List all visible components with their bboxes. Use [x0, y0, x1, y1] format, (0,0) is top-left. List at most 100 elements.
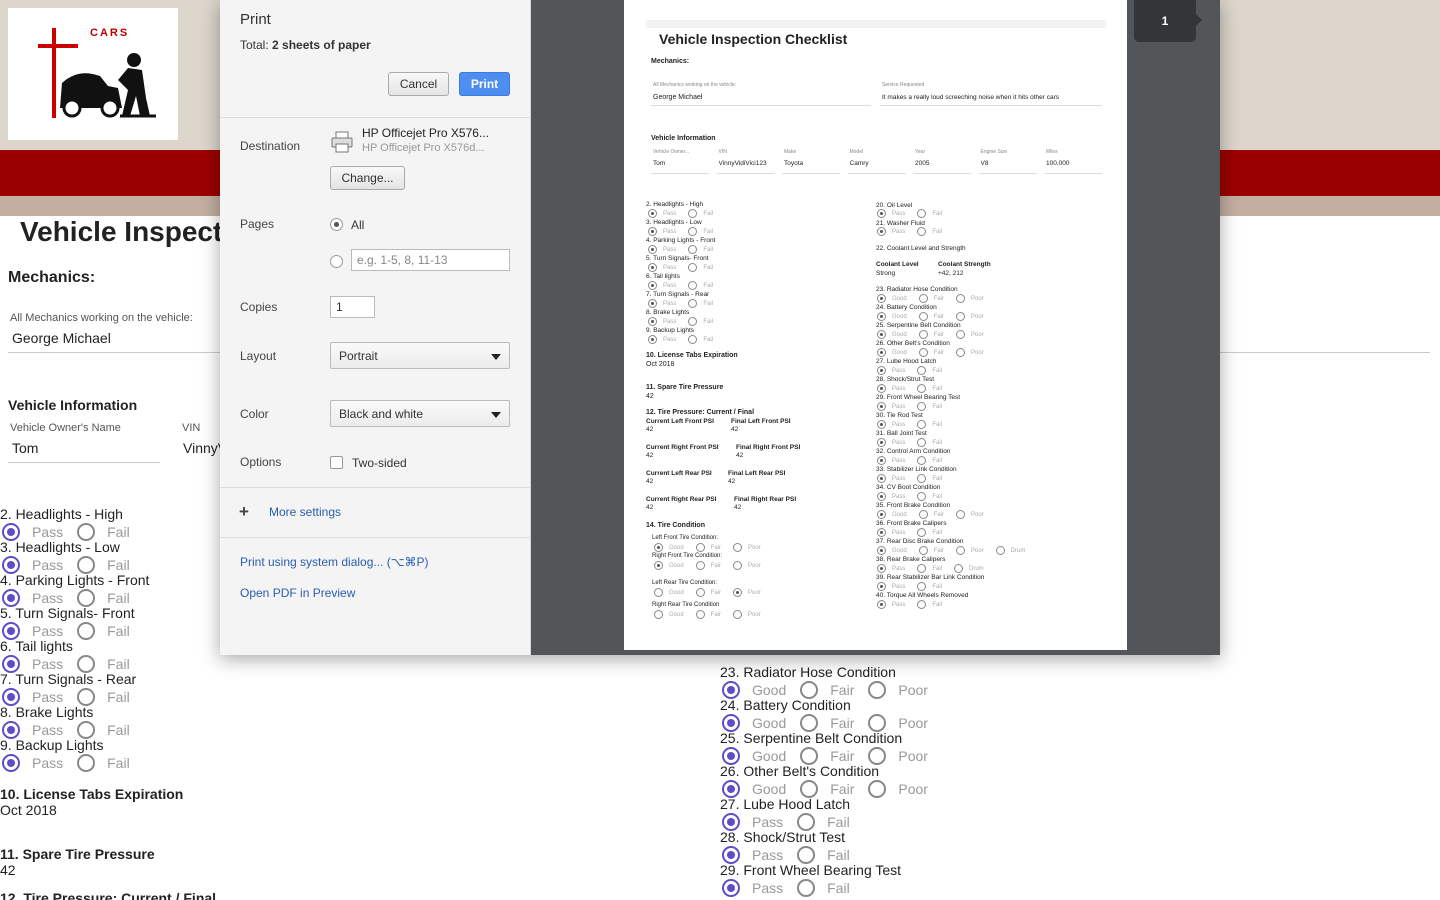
option-radio[interactable]: [797, 879, 816, 897]
spare-heading: 11. Spare Tire Pressure: [0, 846, 155, 862]
option-label: Fair: [830, 781, 855, 797]
pages-all-radio[interactable]: [330, 218, 343, 231]
option-radio[interactable]: [77, 754, 96, 772]
copies-label: Copies: [240, 300, 278, 314]
copies-input[interactable]: [330, 296, 375, 318]
color-label: Color: [240, 407, 269, 421]
option-radio[interactable]: [868, 780, 887, 798]
preview-option-label: Pass: [663, 246, 677, 253]
preview-option-label: Poor: [971, 331, 984, 338]
pages-custom-radio[interactable]: [330, 255, 343, 268]
question-label: 8. Brake Lights: [0, 704, 94, 720]
preview-underline: [847, 173, 906, 174]
preview-field-value: Camry: [849, 160, 869, 167]
preview-radio: [917, 456, 927, 465]
preview-radio: [654, 588, 663, 597]
preview-tire-cond-label: Right Front Tire Condition:: [652, 553, 723, 559]
total-prefix: Total:: [240, 38, 273, 52]
preview-option-label: Pass: [892, 367, 906, 374]
option-label: Good: [752, 682, 787, 698]
preview-psi-label: Current Left Front PSI: [646, 418, 714, 425]
option-label: Pass: [752, 814, 784, 830]
site-logo[interactable]: CARS: [8, 8, 178, 140]
preview-option-label: Pass: [663, 282, 677, 289]
preview-option-label: Fail: [703, 336, 714, 343]
preview-psi-value: 42: [646, 452, 654, 459]
option-label: Pass: [32, 524, 64, 540]
preview-title: Vehicle Inspection Checklist: [659, 31, 848, 47]
preview-radio: [877, 402, 886, 411]
preview-radio: [688, 281, 698, 290]
preview-question: 23. Radiator Hose Condition: [876, 286, 958, 293]
option-radio[interactable]: [868, 681, 887, 699]
two-sided-checkbox[interactable]: [330, 456, 343, 469]
preview-question: 29. Front Wheel Bearing Test: [876, 394, 961, 401]
tire-pressure-heading: 12. Tire Pressure: Current / Final: [0, 890, 217, 900]
preview-coolant-strength-label: Coolant Strength: [938, 261, 991, 268]
preview-question: 24. Battery Condition: [876, 304, 937, 311]
spare-value: 42: [0, 862, 16, 878]
chevron-down-icon: [491, 412, 501, 418]
page-title: Vehicle Inspect: [20, 216, 223, 247]
option-label: Fail: [107, 557, 130, 573]
separator: [220, 487, 531, 488]
preview-question: 32. Control Arm Condition: [876, 448, 951, 455]
preview-option-label: Fail: [932, 457, 943, 464]
option-label: Fail: [827, 847, 850, 863]
preview-option-label: Fail: [703, 264, 714, 271]
preview-radio: [877, 312, 886, 321]
preview-option-label: Poor: [748, 589, 761, 596]
logo-cross-mechanic-icon: [38, 28, 156, 118]
option-radio[interactable]: [722, 879, 740, 897]
preview-mech-label: All Mechanics working on the vehicle:: [653, 82, 737, 88]
preview-radio: [877, 564, 886, 573]
color-select[interactable]: Black and white: [330, 400, 510, 427]
preview-question: 3. Headlights - Low: [646, 219, 702, 226]
preview-option-label: Good: [892, 313, 907, 320]
preview-radio: [918, 330, 928, 339]
print-button[interactable]: Print: [459, 72, 510, 96]
mechanics-field[interactable]: George Michael: [12, 330, 111, 346]
question-label: 3. Headlights - Low: [0, 539, 120, 555]
cancel-button[interactable]: Cancel: [388, 72, 449, 96]
layout-select[interactable]: Portrait: [330, 342, 510, 369]
option-label: Good: [752, 781, 787, 797]
preview-option-label: Drum: [1010, 547, 1026, 554]
option-radio[interactable]: [2, 754, 20, 772]
preview-coolant-level: Strong: [876, 270, 896, 277]
open-pdf-link[interactable]: Open PDF in Preview: [240, 586, 355, 600]
preview-coolant-level-label: Coolant Level: [876, 261, 919, 268]
option-label: Good: [752, 715, 787, 731]
change-destination-button[interactable]: Change...: [330, 166, 405, 190]
preview-option-label: Poor: [971, 349, 984, 356]
system-dialog-link[interactable]: Print using system dialog... (⌥⌘P): [240, 555, 429, 569]
preview-question: 26. Other Belt's Condition: [876, 340, 950, 347]
preview-field-value: 2005: [915, 160, 930, 167]
preview-option-label: Good: [892, 349, 907, 356]
owner-field[interactable]: Tom: [12, 440, 38, 456]
plus-icon[interactable]: +: [239, 502, 249, 522]
pages-range-input[interactable]: [351, 249, 510, 271]
preview-radio: [877, 209, 886, 218]
preview-question: 34. CV Boot Condition: [876, 484, 941, 491]
preview-option-row: Pass Fail: [648, 227, 713, 236]
preview-option-row: Pass Fail: [877, 582, 942, 591]
preview-psi-value: 42: [728, 478, 736, 485]
preview-underline: [913, 173, 971, 174]
preview-question: 39. Rear Stabilizer Bar Link Condition: [876, 574, 985, 581]
more-settings-link[interactable]: More settings: [269, 505, 341, 519]
preview-radio: [688, 335, 698, 344]
preview-option-label: Fair: [933, 295, 945, 302]
question-label: 9. Backup Lights: [0, 737, 104, 753]
question-label: 6. Tail lights: [0, 638, 73, 654]
preview-radio: [877, 600, 886, 609]
preview-radio: [648, 263, 657, 272]
preview-radio: [695, 543, 705, 552]
option-radio[interactable]: [77, 622, 96, 640]
preview-radio: [917, 600, 927, 609]
page-header-band: [646, 20, 1106, 28]
preview-radio: [918, 510, 928, 519]
preview-option-label: Good: [669, 611, 684, 618]
preview-option-row: Pass Fail: [877, 227, 942, 236]
owner-underline: [8, 462, 160, 463]
